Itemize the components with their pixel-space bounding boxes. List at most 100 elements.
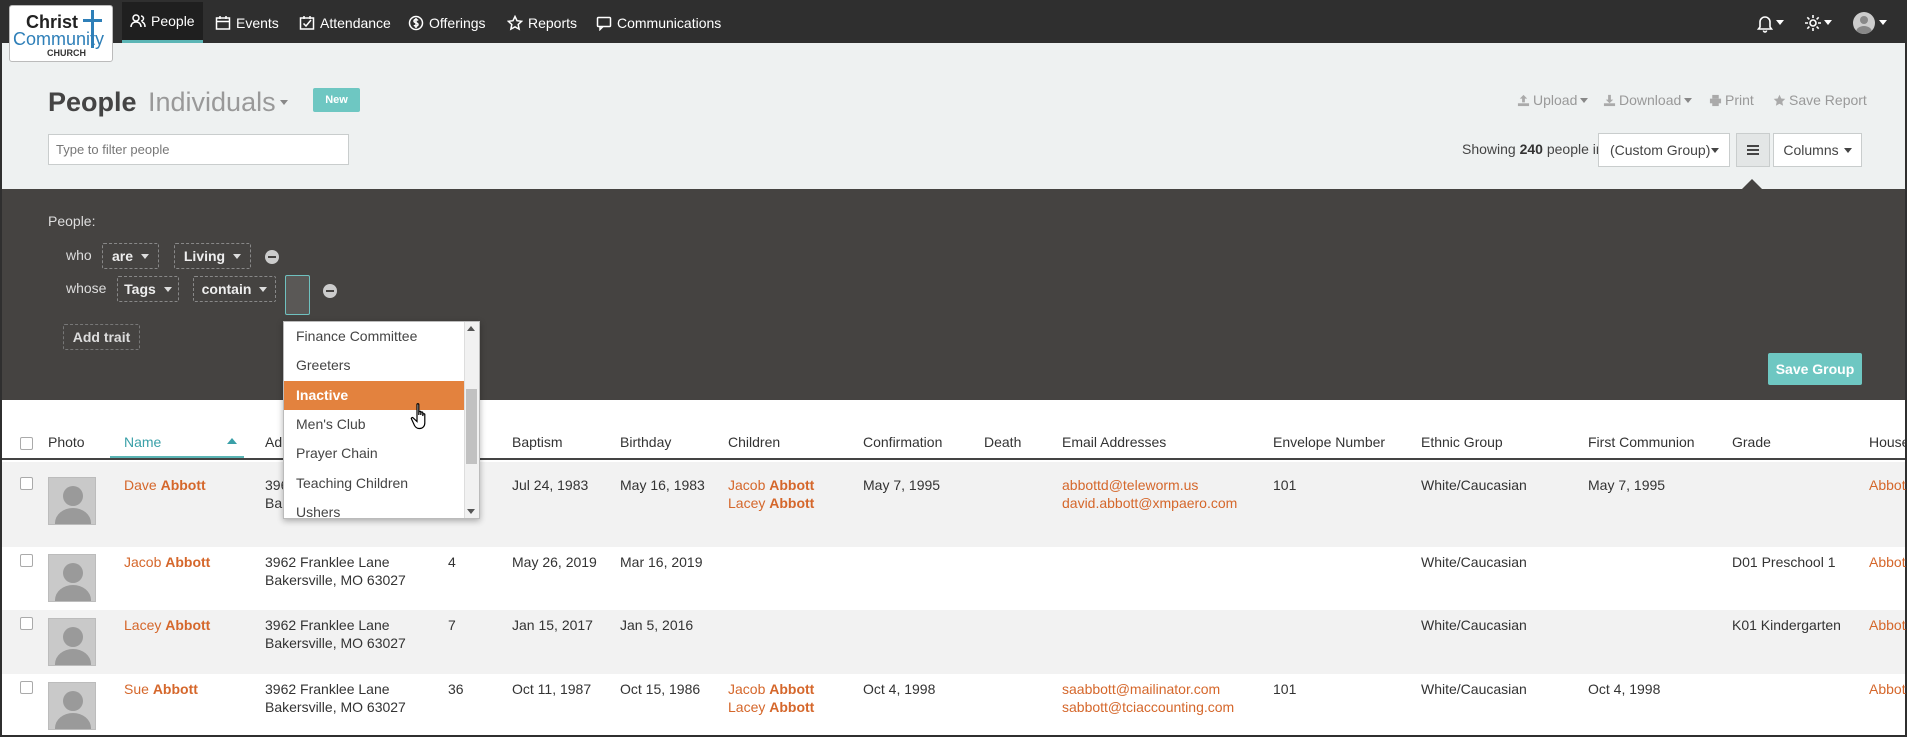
row-checkbox[interactable]: [20, 477, 33, 490]
col-photo[interactable]: Photo: [48, 434, 85, 450]
filter-living-select[interactable]: Living: [174, 243, 251, 269]
upload-button[interactable]: Upload: [1517, 92, 1589, 108]
dropdown-option-mens-club[interactable]: Men's Club: [284, 410, 465, 439]
col-name[interactable]: Name: [124, 434, 161, 450]
col-household[interactable]: House: [1869, 434, 1907, 450]
dropdown-option-finance-committee[interactable]: Finance Committee: [284, 322, 465, 351]
nav-offerings[interactable]: Offerings: [400, 2, 494, 43]
col-children[interactable]: Children: [728, 434, 780, 450]
view-selector[interactable]: Individuals: [148, 87, 288, 118]
church-logo[interactable]: Christ Community CHURCH: [9, 5, 113, 62]
person-photo[interactable]: [48, 618, 96, 666]
tags-dropdown[interactable]: Finance Committee Greeters Inactive Men'…: [283, 321, 480, 519]
nav-communications[interactable]: Communications: [588, 2, 729, 43]
bell-icon: [1756, 15, 1774, 33]
person-photo[interactable]: [48, 477, 96, 525]
columns-label: Columns: [1783, 142, 1839, 158]
household-link[interactable]: Abbot: [1869, 616, 1906, 634]
dropdown-scrollbar[interactable]: [464, 322, 479, 518]
chevron-down-icon: [279, 100, 288, 105]
list-view-button[interactable]: [1736, 133, 1770, 167]
child-first-name: Jacob: [728, 681, 766, 697]
person-name-link[interactable]: Sue Abbott: [124, 680, 198, 698]
col-death[interactable]: Death: [984, 434, 1021, 450]
child-link[interactable]: Jacob Abbott: [728, 680, 814, 698]
group-select[interactable]: (Custom Group): [1598, 133, 1730, 167]
table-row[interactable]: Jacob Abbott 3962 Franklee Lane Bakersvi…: [2, 547, 1906, 610]
household-link[interactable]: Abbot: [1869, 553, 1906, 571]
print-button[interactable]: Print: [1709, 92, 1754, 108]
person-name-link[interactable]: Jacob Abbott: [124, 553, 210, 571]
attendance-icon: [299, 15, 315, 30]
dropdown-option-ushers[interactable]: Ushers: [284, 498, 465, 518]
email-link[interactable]: david.abbott@xmpaero.com: [1062, 494, 1237, 512]
dropdown-option-prayer-chain[interactable]: Prayer Chain: [284, 439, 465, 468]
col-grade[interactable]: Grade: [1732, 434, 1771, 450]
col-address[interactable]: Ad: [265, 434, 282, 450]
offerings-icon: [408, 15, 424, 30]
household-link[interactable]: Abbot: [1869, 680, 1906, 698]
save-report-button[interactable]: Save Report: [1773, 92, 1867, 108]
row-checkbox[interactable]: [20, 554, 33, 567]
col-ethnic[interactable]: Ethnic Group: [1421, 434, 1503, 450]
settings-button[interactable]: [1803, 2, 1832, 43]
col-envelope[interactable]: Envelope Number: [1273, 434, 1385, 450]
email-link[interactable]: abbottd@teleworm.us: [1062, 476, 1198, 494]
email-link[interactable]: sabbott@tciaccounting.com: [1062, 698, 1234, 716]
page-header: People Individuals New Upload Download P…: [2, 43, 1905, 189]
col-email[interactable]: Email Addresses: [1062, 434, 1166, 450]
dropdown-option-teaching-children[interactable]: Teaching Children: [284, 469, 465, 498]
last-name: Abbott: [165, 617, 211, 633]
tag-value-input[interactable]: [285, 275, 310, 315]
table-row[interactable]: Lacey Abbott 3962 Franklee Lane Bakersvi…: [2, 610, 1906, 674]
save-group-button[interactable]: Save Group: [1768, 353, 1862, 385]
scroll-up-icon[interactable]: [467, 326, 475, 331]
columns-button[interactable]: Columns: [1773, 133, 1862, 167]
child-link[interactable]: Jacob Abbott: [728, 476, 814, 494]
col-birthday[interactable]: Birthday: [620, 434, 671, 450]
dropdown-option-inactive[interactable]: Inactive: [284, 381, 465, 410]
col-baptism[interactable]: Baptism: [512, 434, 563, 450]
user-menu-button[interactable]: [1853, 2, 1887, 43]
row-checkbox[interactable]: [20, 617, 33, 630]
showing-suffix: people in: [1546, 141, 1604, 157]
filter-tags-select[interactable]: Tags: [117, 276, 179, 302]
first-name: Sue: [124, 681, 149, 697]
email-link[interactable]: saabbott@mailinator.com: [1062, 680, 1220, 698]
star-icon: [507, 14, 523, 31]
person-photo[interactable]: [48, 554, 96, 602]
remove-trait-2-icon[interactable]: [323, 284, 337, 298]
baptism-date: May 26, 2019: [512, 554, 597, 570]
select-all-checkbox[interactable]: [20, 437, 33, 450]
nav-events[interactable]: Events: [207, 2, 287, 43]
filter-contain-select[interactable]: contain: [193, 276, 276, 302]
notifications-button[interactable]: [1755, 2, 1784, 43]
nav-attendance[interactable]: Attendance: [291, 2, 399, 43]
chevron-down-icon: [259, 286, 268, 292]
add-trait-button[interactable]: Add trait: [63, 324, 140, 350]
table-row[interactable]: Sue Abbott 3962 Franklee Lane Bakersvill…: [2, 674, 1906, 735]
dropdown-option-greeters[interactable]: Greeters: [284, 351, 465, 380]
chevron-down-icon: [233, 253, 242, 259]
filter-are-select[interactable]: are: [102, 243, 159, 269]
download-button[interactable]: Download: [1603, 92, 1693, 108]
household-link[interactable]: Abbot: [1869, 476, 1906, 494]
new-button[interactable]: New: [313, 88, 360, 112]
child-link[interactable]: Lacey Abbott: [728, 494, 814, 512]
person-photo[interactable]: [48, 682, 96, 730]
scrollbar-thumb[interactable]: [466, 389, 477, 464]
child-first-name: Jacob: [728, 477, 766, 493]
person-name-link[interactable]: Dave Abbott: [124, 476, 206, 494]
filter-people-input[interactable]: [48, 134, 349, 165]
row-checkbox[interactable]: [20, 681, 33, 694]
download-icon: [1603, 94, 1616, 106]
col-confirmation[interactable]: Confirmation: [863, 434, 942, 450]
remove-trait-1-icon[interactable]: [265, 250, 279, 264]
address-line-2: Bakersville, MO 63027: [265, 699, 406, 715]
child-link[interactable]: Lacey Abbott: [728, 698, 814, 716]
person-name-link[interactable]: Lacey Abbott: [124, 616, 210, 634]
scroll-down-icon[interactable]: [467, 509, 475, 514]
col-first-communion[interactable]: First Communion: [1588, 434, 1695, 450]
nav-reports[interactable]: Reports: [499, 2, 585, 43]
nav-people[interactable]: People: [122, 2, 203, 43]
